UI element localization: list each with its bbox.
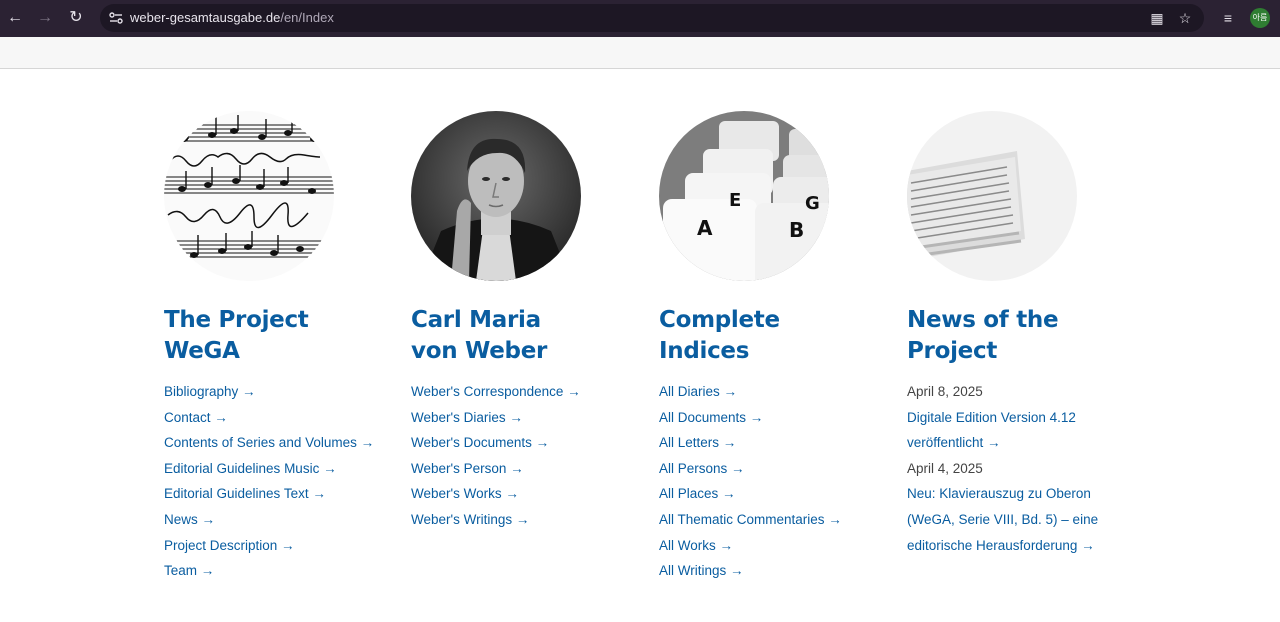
section-title-project[interactable]: The Project WeGA <box>164 305 384 367</box>
translate-icon[interactable]: ▦ <box>1148 9 1166 27</box>
section-title-news[interactable]: News of the Project <box>907 305 1127 367</box>
link-contents-series[interactable]: Contents of Series and Volumes → <box>164 435 374 450</box>
title-line1: The Project <box>164 307 309 333</box>
link-writings[interactable]: Weber's Writings → <box>411 512 529 527</box>
link-all-documents[interactable]: All Documents → <box>659 410 763 425</box>
title-line1: News of the <box>907 307 1059 333</box>
link-all-works[interactable]: All Works → <box>659 538 733 553</box>
column-weber: Carl Maria von Weber Weber's Corresponden… <box>411 111 631 533</box>
news-link-line1[interactable]: Neu: Klavierauszug zu Oberon <box>907 486 1091 501</box>
link-news[interactable]: News → <box>164 512 215 527</box>
column-indices: E G A B Complete Indices All Diaries → Al… <box>659 111 879 584</box>
reload-icon[interactable]: ↻ <box>65 7 87 29</box>
link-team[interactable]: Team → <box>164 563 214 578</box>
link-all-letters[interactable]: All Letters → <box>659 435 736 450</box>
profile-avatar[interactable]: 아름 <box>1250 8 1270 28</box>
index-cards-image: E G A B <box>659 111 829 281</box>
link-bibliography[interactable]: Bibliography → <box>164 384 256 399</box>
title-line2: Indices <box>659 338 750 364</box>
link-guidelines-music[interactable]: Editorial Guidelines Music → <box>164 461 337 476</box>
news-link-line2[interactable]: veröffentlicht → <box>907 435 1001 450</box>
link-documents[interactable]: Weber's Documents → <box>411 435 549 450</box>
link-contact[interactable]: Contact → <box>164 410 228 425</box>
bookmark-star-icon[interactable]: ☆ <box>1176 9 1194 27</box>
link-all-diaries[interactable]: All Diaries → <box>659 384 737 399</box>
card-letter-b: B <box>789 218 804 242</box>
media-control-icon[interactable]: ≡ <box>1218 8 1238 28</box>
back-arrow-icon[interactable]: ← <box>4 7 26 29</box>
address-bar[interactable]: weber-gesamtausgabe.de/en/Index ▦ ☆ <box>100 4 1204 32</box>
site-header-bar <box>0 37 1280 69</box>
link-all-thematic-commentaries[interactable]: All Thematic Commentaries → <box>659 512 842 527</box>
section-title-weber[interactable]: Carl Maria von Weber <box>411 305 631 367</box>
news-list: April 8, 2025 Digitale Edition Version 4… <box>907 379 1127 558</box>
link-person[interactable]: Weber's Person → <box>411 461 524 476</box>
news-date: April 4, 2025 <box>907 460 983 476</box>
title-line2: WeGA <box>164 338 240 364</box>
forward-arrow-icon[interactable]: → <box>34 7 56 29</box>
link-diaries[interactable]: Weber's Diaries → <box>411 410 523 425</box>
title-line2: von Weber <box>411 338 548 364</box>
indices-links: All Diaries → All Documents → All Letter… <box>659 379 879 584</box>
link-guidelines-text[interactable]: Editorial Guidelines Text → <box>164 486 326 501</box>
column-news: News of the Project April 8, 2025 Digital… <box>907 111 1127 558</box>
newspapers-image <box>907 111 1077 281</box>
project-links: Bibliography → Contact → Contents of Ser… <box>164 379 384 584</box>
link-all-writings[interactable]: All Writings → <box>659 563 744 578</box>
title-line2: Project <box>907 338 998 364</box>
news-date: April 8, 2025 <box>907 384 983 399</box>
link-works[interactable]: Weber's Works → <box>411 486 519 501</box>
section-title-indices[interactable]: Complete Indices <box>659 305 879 367</box>
card-letter-a: A <box>697 216 713 240</box>
title-line1: Complete <box>659 307 780 333</box>
column-project: The Project WeGA Bibliography → Contact →… <box>164 111 384 584</box>
title-line1: Carl Maria <box>411 307 541 333</box>
news-link-line3[interactable]: editorische Herausforderung → <box>907 538 1095 553</box>
url-text[interactable]: weber-gesamtausgabe.de/en/Index <box>130 4 334 32</box>
url-path: /en/Index <box>280 10 334 25</box>
url-host: weber-gesamtausgabe.de <box>130 10 281 25</box>
card-letter-e: E <box>729 190 741 211</box>
site-settings-icon[interactable] <box>108 10 124 26</box>
weber-links: Weber's Correspondence → Weber's Diaries… <box>411 379 631 533</box>
weber-portrait-image <box>411 111 581 281</box>
link-project-description[interactable]: Project Description → <box>164 538 295 553</box>
news-link-line2[interactable]: (WeGA, Serie VIII, Bd. 5) – eine <box>907 512 1098 527</box>
card-letter-g: G <box>805 193 820 214</box>
link-all-persons[interactable]: All Persons → <box>659 461 745 476</box>
link-correspondence[interactable]: Weber's Correspondence → <box>411 384 581 399</box>
link-all-places[interactable]: All Places → <box>659 486 736 501</box>
browser-toolbar: ← → ↻ weber-gesamtausgabe.de/en/Index ▦ … <box>0 0 1280 37</box>
music-manuscript-image <box>164 111 334 281</box>
news-link-line1[interactable]: Digitale Edition Version 4.12 <box>907 410 1076 425</box>
